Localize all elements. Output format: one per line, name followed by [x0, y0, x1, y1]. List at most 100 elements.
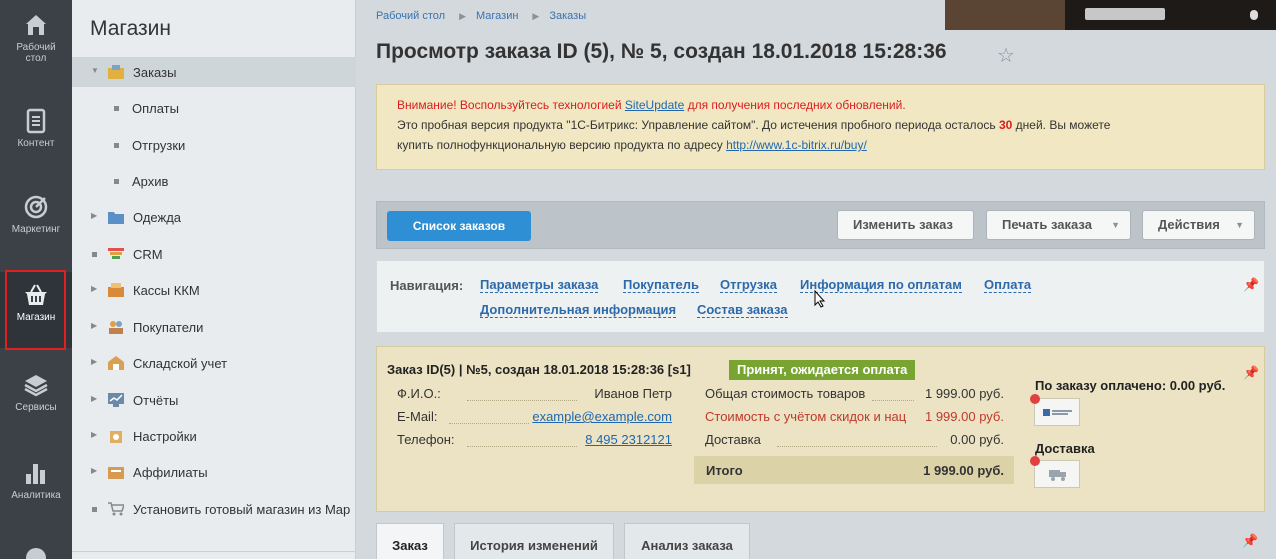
rail-label: Контент [17, 138, 55, 149]
nav-link-additional-info[interactable]: Дополнительная информация [480, 303, 677, 318]
menu-item-label: CRM [133, 247, 163, 262]
folder-icon [108, 212, 124, 224]
breadcrumb: Рабочий стол ▶ Магазин ▶ Заказы [376, 10, 590, 22]
rail-label: Рабочий [16, 42, 56, 53]
breadcrumb-desktop[interactable]: Рабочий стол [376, 10, 445, 22]
expand-arrow-icon[interactable]: ▶ [91, 284, 97, 293]
order-toolbar: Список заказов Изменить заказ Печать зак… [376, 201, 1265, 249]
discount-cost-label: Стоимость с учётом скидок и нац [705, 409, 907, 424]
breadcrumb-orders[interactable]: Заказы [549, 10, 586, 22]
affiliate-icon [108, 467, 124, 479]
nav-link-order-contents[interactable]: Состав заказа [697, 303, 788, 318]
edit-order-button[interactable]: Изменить заказ [837, 210, 974, 240]
rail-item-desktop[interactable]: Рабочий стол [0, 12, 72, 64]
bullet-icon [114, 106, 119, 111]
rail-item-analytics[interactable]: Аналитика [0, 460, 72, 501]
bullet-icon [92, 507, 97, 512]
delivery-title: Доставка [1035, 441, 1095, 456]
nav-link-payment[interactable]: Оплата [984, 278, 1032, 293]
phone-link[interactable]: 8 495 2312121 [585, 432, 672, 447]
pin-icon[interactable]: 📌 [1243, 365, 1259, 381]
nav-link-buyer[interactable]: Покупатель [623, 278, 699, 293]
warehouse-icon [108, 356, 124, 370]
menu-title: Магазин [90, 17, 172, 40]
order-total: Итого 1 999.00 руб. [694, 456, 1014, 484]
expand-arrow-icon[interactable]: ▶ [91, 466, 97, 475]
menu-item-archive[interactable]: Архив [72, 166, 356, 196]
pin-icon[interactable]: 📌 [1242, 533, 1258, 549]
tab-history[interactable]: История изменений [454, 523, 614, 559]
trial-alert: Внимание! Воспользуйтесь технологией Sit… [376, 84, 1265, 170]
truck-icon [1049, 470, 1066, 481]
menu-item-reports[interactable]: ▶ Отчёты [72, 385, 356, 415]
bullet-icon [114, 179, 119, 184]
layers-icon [24, 375, 48, 397]
home-icon [26, 15, 46, 35]
rail-item-services[interactable]: Сервисы [0, 372, 72, 413]
star-icon[interactable]: ☆ [997, 43, 1015, 68]
menu-item-clothes[interactable]: ▶ Одежда [72, 202, 356, 232]
menu-item-orders[interactable]: ▼ Заказы [72, 57, 356, 87]
expand-arrow-icon[interactable]: ▶ [91, 357, 97, 366]
menu-item-kkm[interactable]: ▶ Кассы ККМ [72, 275, 356, 305]
selection-highlight [5, 270, 66, 350]
rail-item-content[interactable]: Контент [0, 108, 72, 149]
menu-item-shipments[interactable]: Отгрузки [72, 130, 356, 160]
nav-link-order-params[interactable]: Параметры заказа [480, 278, 599, 293]
payment-card[interactable] [1030, 394, 1080, 426]
status-dot-icon [1030, 456, 1040, 466]
menu-item-crm[interactable]: CRM [72, 239, 356, 269]
cash-payment-icon [1043, 409, 1072, 416]
expand-arrow-icon[interactable]: ▶ [91, 211, 97, 220]
users-icon [109, 321, 123, 334]
chevron-right-icon: ▶ [532, 11, 540, 21]
webcam-overlay [945, 0, 1276, 30]
menu-item-label: Аффилиаты [133, 465, 208, 480]
bullet-icon [114, 143, 119, 148]
menu-item-payments[interactable]: Оплаты [72, 93, 356, 123]
nav-link-shipment[interactable]: Отгрузка [720, 278, 777, 293]
expand-arrow-icon[interactable]: ▼ [91, 66, 99, 75]
rail-label: стол [25, 53, 47, 64]
main-content: Рабочий стол ▶ Магазин ▶ Заказы Просмотр зак… [356, 0, 1276, 559]
buy-link[interactable]: http://www.1c-bitrix.ru/buy/ [726, 138, 867, 152]
settings-icon [110, 431, 122, 443]
total-label: Итого [706, 463, 743, 478]
chevron-right-icon: ▶ [459, 11, 466, 21]
menu-item-warehouse[interactable]: ▶ Складской учет [72, 348, 356, 378]
order-summary-panel: Заказ ID(5) | №5, создан 18.01.2018 15:2… [376, 346, 1265, 512]
navigation-label: Навигация: [390, 278, 464, 293]
delivery-card[interactable] [1030, 456, 1080, 488]
expand-arrow-icon[interactable]: ▶ [91, 321, 97, 330]
menu-item-label: Отчёты [133, 393, 179, 408]
expand-arrow-icon[interactable]: ▶ [91, 394, 97, 403]
menu-item-label: Оплаты [132, 101, 179, 116]
breadcrumb-shop[interactable]: Магазин [476, 10, 518, 22]
chevron-down-icon: ▼ [1235, 220, 1244, 230]
menu-item-affiliates[interactable]: ▶ Аффилиаты [72, 457, 356, 487]
menu-item-customers[interactable]: ▶ Покупатели [72, 312, 356, 342]
tab-order[interactable]: Заказ [376, 523, 444, 559]
rail-item-marketing[interactable]: Маркетинг [0, 194, 72, 235]
alert-trial-text: Это пробная версия продукта "1С-Битрикс:… [397, 118, 999, 132]
orders-list-button[interactable]: Список заказов [387, 211, 531, 241]
print-order-button[interactable]: Печать заказа ▼ [986, 210, 1131, 240]
bar-chart-icon [26, 464, 45, 484]
menu-item-settings[interactable]: ▶ Настройки [72, 421, 356, 451]
email-link[interactable]: example@example.com [532, 409, 672, 424]
crm-funnel-icon [108, 248, 124, 259]
cash-register-icon [108, 283, 124, 297]
menu-item-install-shop[interactable]: Установить готовый магазин из Map [72, 494, 356, 524]
left-rail: Рабочий стол Контент Маркетинг Магазин С… [0, 0, 72, 559]
phone-label: Телефон: [397, 432, 455, 447]
bullet-icon [92, 252, 97, 257]
actions-button[interactable]: Действия ▼ [1142, 210, 1255, 240]
cloud-icon[interactable] [22, 544, 50, 559]
tab-analysis[interactable]: Анализ заказа [624, 523, 750, 559]
monitor-chart-icon [108, 393, 124, 407]
menu-item-label: Отгрузки [132, 138, 186, 153]
expand-arrow-icon[interactable]: ▶ [91, 430, 97, 439]
pin-icon[interactable]: 📌 [1243, 277, 1259, 293]
menu-item-label: Покупатели [133, 320, 204, 335]
siteupdate-link[interactable]: SiteUpdate [625, 98, 684, 112]
